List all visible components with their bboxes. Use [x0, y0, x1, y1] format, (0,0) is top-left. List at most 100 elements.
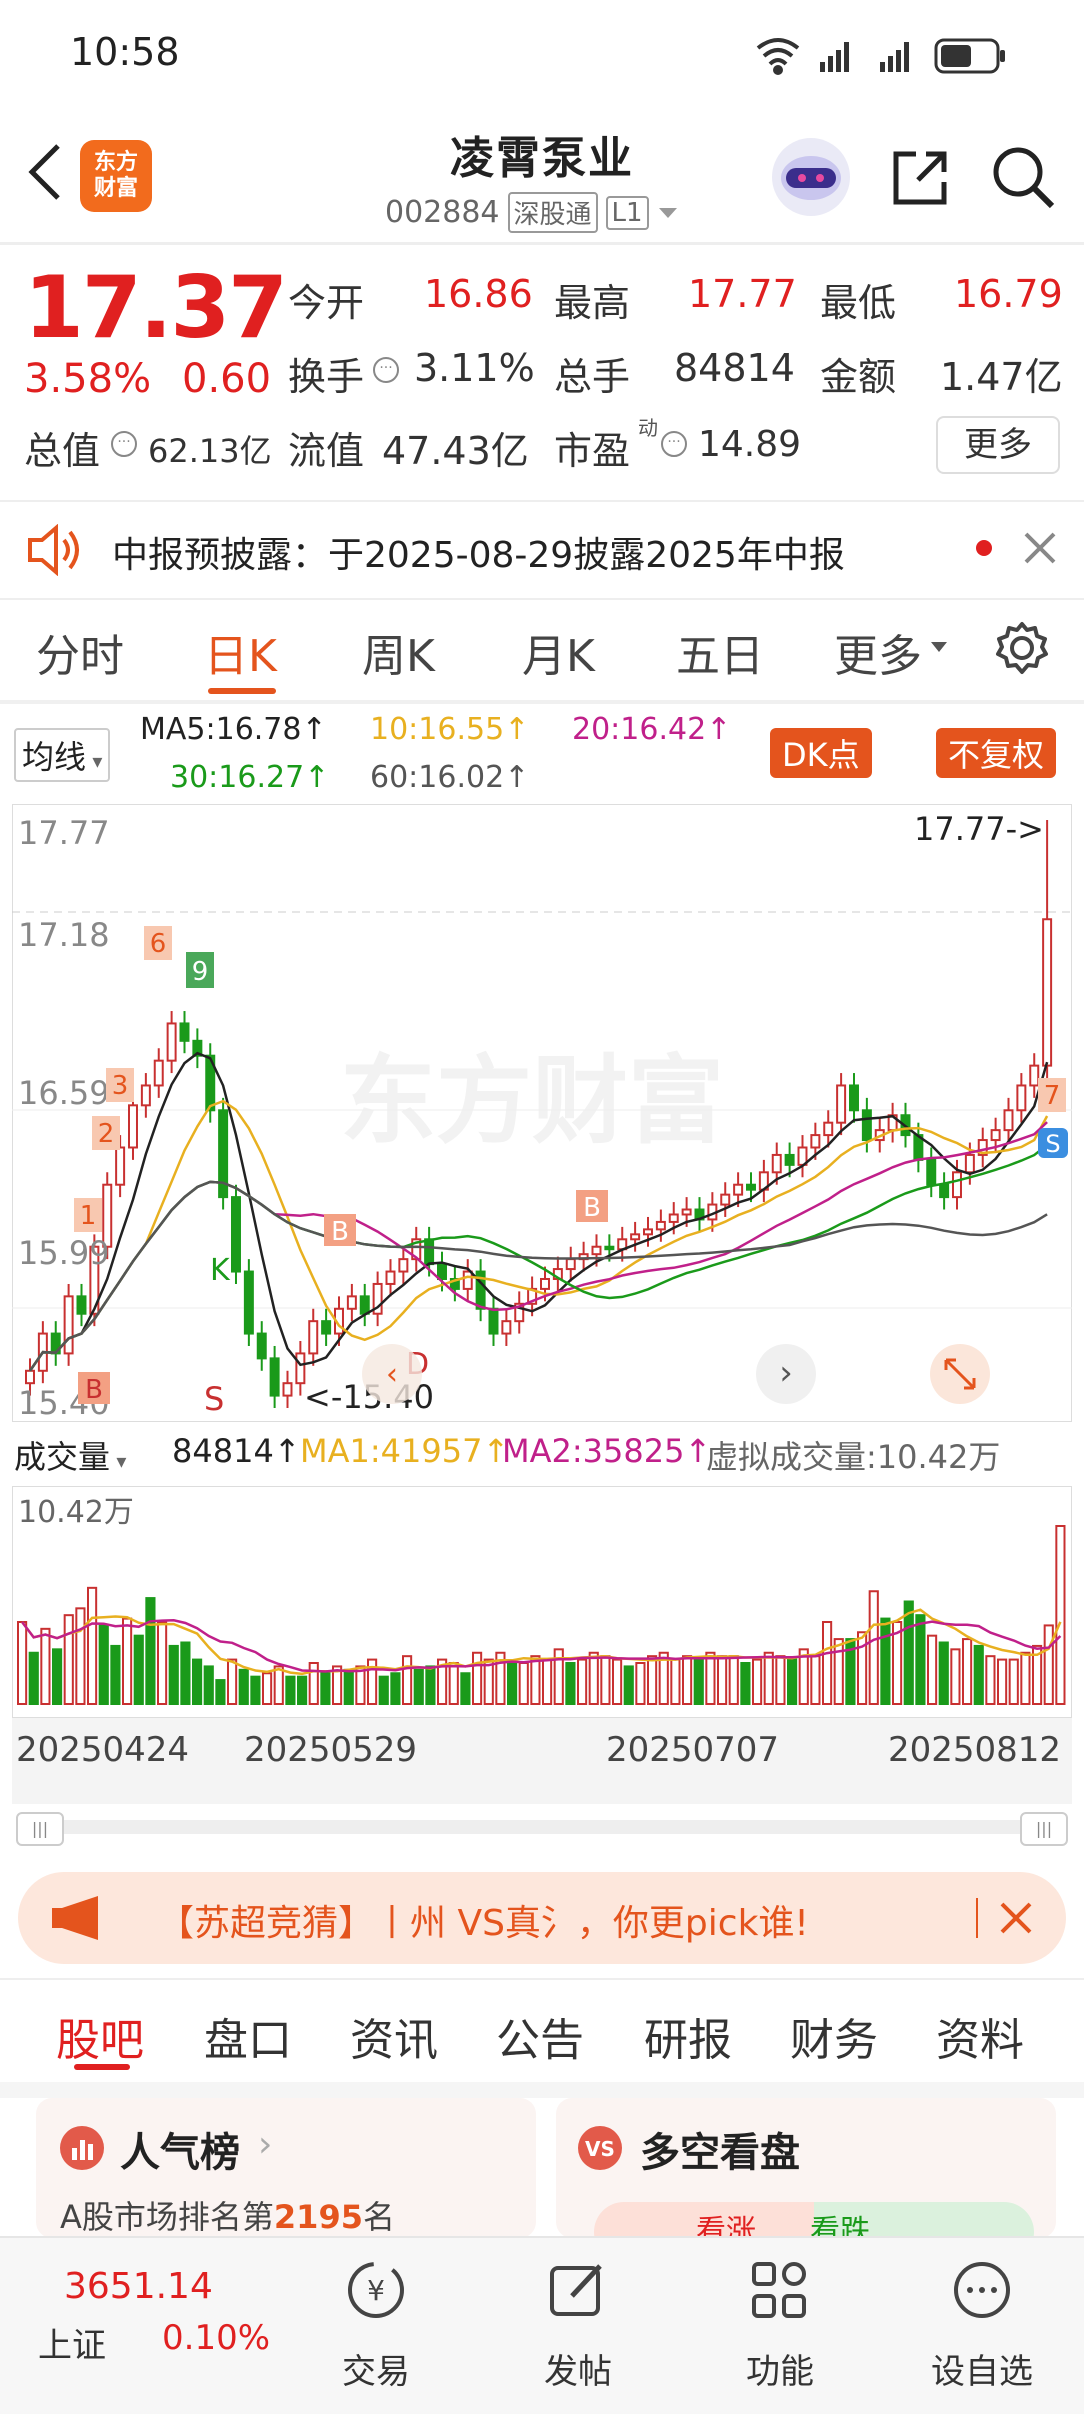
- volume-bar: [110, 1644, 121, 1706]
- search-icon[interactable]: [990, 144, 1056, 210]
- volume-bar: [402, 1655, 413, 1705]
- nav-trade[interactable]: ¥ 交易: [306, 2252, 446, 2402]
- tab-intraday[interactable]: 分时: [36, 620, 124, 684]
- volume-bar: [717, 1655, 728, 1705]
- popularity-card[interactable]: 人气榜 › A股市场排名第2195名: [36, 2098, 536, 2238]
- volume-bar: [87, 1586, 98, 1705]
- close-icon[interactable]: [998, 1900, 1034, 1936]
- volume-bar: [52, 1648, 63, 1705]
- volume-bar: [1008, 1658, 1019, 1706]
- ai-assistant-button[interactable]: [772, 138, 850, 216]
- volume-bar: [378, 1675, 389, 1706]
- close-icon[interactable]: [1022, 530, 1058, 566]
- promo-banner[interactable]: 【苏超竞猜】丨州 VS真氵，你更pick谁!: [18, 1872, 1066, 1964]
- kline-chart[interactable]: 东方财富 17.77 17.18 16.59 15.99 15.40 17.77…: [12, 804, 1072, 1422]
- candle: [926, 1158, 937, 1186]
- more-quote-button[interactable]: 更多: [936, 416, 1060, 474]
- bull-bear-card[interactable]: VS 多空看盘 看涨 看跌: [556, 2098, 1056, 2238]
- x-tick-label: 20250529: [244, 1730, 418, 1770]
- notice-text: 中报预披露：于2025-08-29披露2025年中报: [112, 535, 845, 576]
- nav-post[interactable]: 发帖: [508, 2252, 648, 2402]
- tab-more[interactable]: 更多: [834, 620, 922, 684]
- volume-bar: [1020, 1651, 1031, 1705]
- caret-down-icon: [931, 642, 947, 652]
- volume-bar: [145, 1597, 156, 1705]
- tab-profile[interactable]: 资料: [936, 2004, 1024, 2068]
- tab-five-day[interactable]: 五日: [676, 620, 764, 684]
- scroll-handle-left[interactable]: |||: [16, 1812, 64, 1846]
- tab-news[interactable]: 资讯: [350, 2004, 438, 2068]
- candle: [630, 1233, 641, 1241]
- trade-icon: ¥: [348, 2262, 404, 2318]
- nav-watchlist[interactable]: 设自选: [912, 2252, 1052, 2402]
- volume-selector[interactable]: 成交量 ▾: [14, 1432, 126, 1478]
- volume-bar: [40, 1627, 51, 1705]
- signal-b-2: B: [576, 1190, 608, 1223]
- tab-daily-k[interactable]: 日K: [204, 620, 277, 684]
- robot-icon: [781, 156, 841, 200]
- ma-selector[interactable]: 均线 ▾: [14, 728, 111, 782]
- candle: [488, 1307, 499, 1335]
- volume-bar: [1055, 1525, 1066, 1705]
- candle: [604, 1245, 615, 1251]
- volume-bar: [390, 1672, 401, 1705]
- volume-bar: [227, 1658, 238, 1706]
- volume-total: 84814↑: [172, 1432, 301, 1470]
- volume-bar: [682, 1655, 693, 1705]
- high-value: 17.77: [688, 272, 797, 316]
- volume-bar: [262, 1672, 273, 1705]
- volume-bar: [530, 1655, 541, 1705]
- nav-functions[interactable]: 功能: [710, 2252, 850, 2402]
- volume-bar: [728, 1655, 739, 1705]
- level-tag[interactable]: L1: [605, 195, 649, 230]
- volume-bar: [973, 1644, 984, 1706]
- vs-icon: VS: [578, 2126, 622, 2170]
- caret-down-icon[interactable]: [657, 205, 679, 221]
- candle: [952, 1171, 962, 1199]
- volume-bar: [775, 1655, 786, 1705]
- tab-monthly-k[interactable]: 月K: [522, 620, 595, 684]
- volume-bar: [98, 1624, 109, 1705]
- index-name: 上证: [38, 2326, 106, 2366]
- volume-chart[interactable]: 10.42万: [12, 1486, 1072, 1718]
- volume-bar: [833, 1638, 844, 1705]
- notice-bar[interactable]: 中报预披露：于2025-08-29披露2025年中报: [0, 500, 1084, 600]
- tab-research[interactable]: 研报: [644, 2004, 732, 2068]
- ma20-label: 20:16.42↑: [572, 712, 732, 747]
- low-label: 最低: [820, 281, 897, 325]
- current-price: 17.37: [24, 258, 288, 358]
- candle: [128, 1104, 138, 1149]
- svg-text:3: 3: [112, 1071, 129, 1101]
- nav-watchlist-label: 设自选: [931, 2352, 1033, 2392]
- info-icon[interactable]: ···: [110, 430, 138, 458]
- tab-finance[interactable]: 财务: [790, 2004, 878, 2068]
- info-icon[interactable]: ···: [372, 356, 400, 384]
- volume-bar: [308, 1662, 319, 1706]
- pe-label: 市盈: [554, 429, 631, 473]
- share-icon[interactable]: [888, 146, 952, 210]
- tab-weekly-k[interactable]: 周K: [362, 620, 435, 684]
- candle: [166, 1022, 177, 1062]
- turnover-label: 换手: [288, 355, 365, 399]
- gear-icon[interactable]: [994, 620, 1050, 676]
- volume-bar: [903, 1600, 914, 1705]
- volume-bar: [763, 1651, 774, 1705]
- info-icon[interactable]: ···: [660, 430, 688, 458]
- low-value: 16.79: [954, 272, 1063, 316]
- volume-bar: [472, 1651, 483, 1705]
- candle: [565, 1258, 576, 1271]
- tab-announcement[interactable]: 公告: [496, 2004, 584, 2068]
- volume-bar: [203, 1665, 214, 1705]
- volume-bar: [297, 1675, 308, 1706]
- no-adjust-button[interactable]: 不复权: [936, 728, 1057, 778]
- volume-bar: [542, 1658, 553, 1706]
- x-tick-label: 20250707: [606, 1730, 780, 1770]
- volume-bar: [285, 1675, 296, 1706]
- scroll-handle-right[interactable]: |||: [1020, 1812, 1068, 1846]
- tab-guba[interactable]: 股吧: [56, 2004, 144, 2068]
- dk-point-button[interactable]: DK点: [770, 728, 872, 778]
- tab-pankou[interactable]: 盘口: [204, 2004, 292, 2068]
- bar-chart-icon: [60, 2126, 104, 2170]
- chart-scrollbar[interactable]: [18, 1820, 1066, 1834]
- candle: [462, 1270, 473, 1290]
